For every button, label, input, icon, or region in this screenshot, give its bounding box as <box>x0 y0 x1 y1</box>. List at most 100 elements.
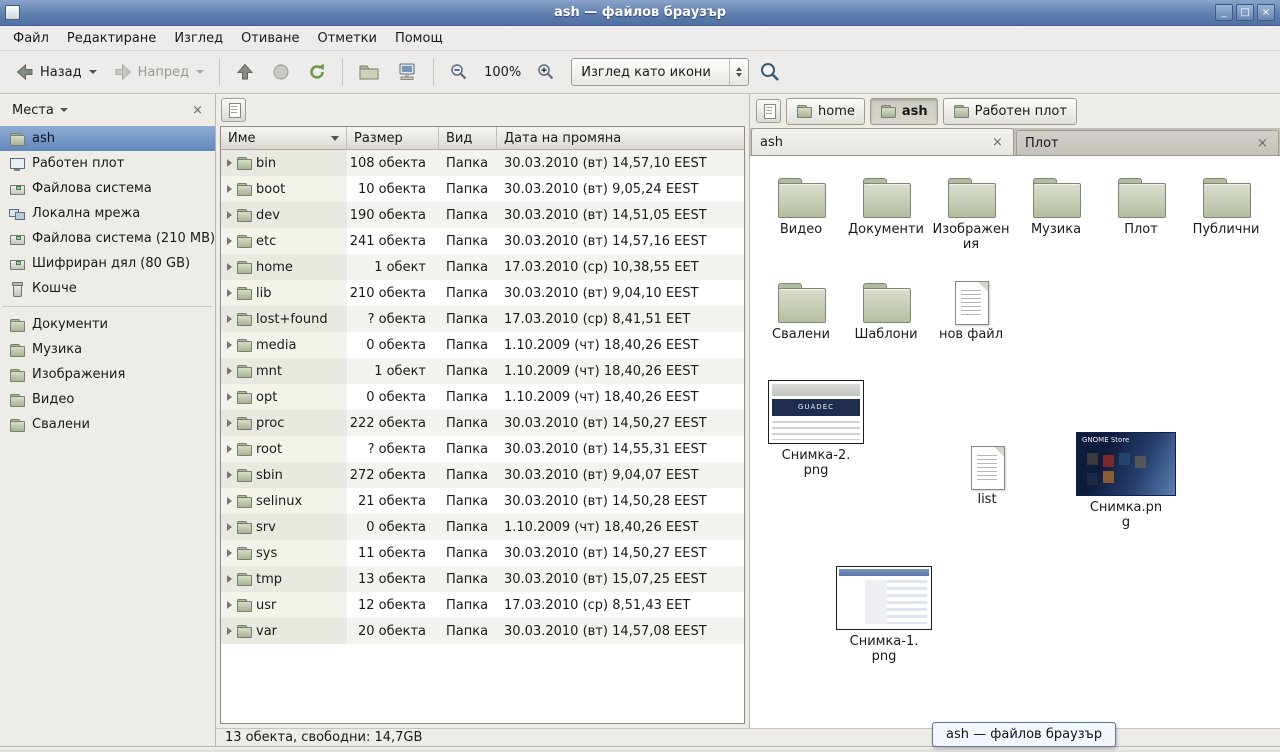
expander-icon[interactable] <box>227 263 232 271</box>
tab-close-icon[interactable]: × <box>1255 136 1270 151</box>
column-header-modified[interactable]: Дата на промяна <box>497 127 744 150</box>
up-button[interactable] <box>228 55 262 89</box>
sidebar-bookmark-item[interactable]: Изображения <box>0 362 215 387</box>
tab-close-icon[interactable]: × <box>990 135 1005 150</box>
table-row[interactable]: root ? обекта Папка 30.03.2010 (вт) 14,5… <box>221 436 744 462</box>
table-row[interactable]: bin 108 обекта Папка 30.03.2010 (вт) 14,… <box>221 150 744 176</box>
folder-item[interactable]: Документи <box>845 176 927 238</box>
table-row[interactable]: srv 0 обекта Папка 1.10.2009 (чт) 18,40,… <box>221 514 744 540</box>
table-row[interactable]: lib 210 обекта Папка 30.03.2010 (вт) 9,0… <box>221 280 744 306</box>
titlebar[interactable]: ash — файлов браузър _ □ × <box>0 0 1280 26</box>
zoom-out-button[interactable] <box>442 55 476 89</box>
table-row[interactable]: opt 0 обекта Папка 1.10.2009 (чт) 18,40,… <box>221 384 744 410</box>
table-row[interactable]: proc 222 обекта Папка 30.03.2010 (вт) 14… <box>221 410 744 436</box>
pathbar-scroll-button[interactable] <box>756 99 781 123</box>
file-item-list[interactable]: list <box>956 446 1018 508</box>
file-item-snimka2[interactable]: GUADEC Снимка-2.png <box>764 380 868 479</box>
sidebar-item[interactable]: Работен плот <box>0 151 215 176</box>
tab[interactable]: ash × <box>751 128 1014 155</box>
folder-item[interactable]: Видео <box>760 176 842 238</box>
table-row[interactable]: var 20 обекта Папка 30.03.2010 (вт) 14,5… <box>221 618 744 644</box>
expander-icon[interactable] <box>227 601 232 609</box>
sidebar-bookmark-item[interactable]: Музика <box>0 337 215 362</box>
table-row[interactable]: dev 190 обекта Папка 30.03.2010 (вт) 14,… <box>221 202 744 228</box>
expander-icon[interactable] <box>227 237 232 245</box>
home-button[interactable] <box>351 55 387 89</box>
sidebar-bookmark-item[interactable]: Документи <box>0 312 215 337</box>
sidebar-bookmark-item[interactable]: Свалени <box>0 412 215 437</box>
expander-icon[interactable] <box>227 367 232 375</box>
forward-button[interactable]: Напред <box>106 55 211 89</box>
menu-item[interactable]: Отметки <box>308 27 385 50</box>
zoom-in-button[interactable] <box>529 55 563 89</box>
expander-icon[interactable] <box>227 523 232 531</box>
expander-icon[interactable] <box>227 627 232 635</box>
file-item-snimka1[interactable]: Снимка-1.png <box>832 566 936 665</box>
sidebar-item[interactable]: Файлова система (210 MB) <box>0 226 215 251</box>
expander-icon[interactable] <box>227 575 232 583</box>
column-header-size[interactable]: Размер <box>347 127 439 150</box>
menu-item[interactable]: Файл <box>4 27 58 50</box>
table-row[interactable]: mnt 1 обект Папка 1.10.2009 (чт) 18,40,2… <box>221 358 744 384</box>
path-button[interactable]: ash <box>870 98 938 125</box>
maximize-button[interactable]: □ <box>1236 4 1254 21</box>
table-row[interactable]: selinux 21 обекта Папка 30.03.2010 (вт) … <box>221 488 744 514</box>
sidebar-item[interactable]: Файлова система <box>0 176 215 201</box>
back-history-arrow-icon[interactable] <box>89 70 97 74</box>
table-row[interactable]: media 0 обекта Папка 1.10.2009 (чт) 18,4… <box>221 332 744 358</box>
stop-button[interactable] <box>264 55 298 89</box>
menu-item[interactable]: Изглед <box>165 27 232 50</box>
table-row[interactable]: etc 241 обекта Папка 30.03.2010 (вт) 14,… <box>221 228 744 254</box>
expander-icon[interactable] <box>227 185 232 193</box>
expander-icon[interactable] <box>227 341 232 349</box>
folder-item[interactable]: нов файл <box>930 281 1012 343</box>
folder-item[interactable]: Музика <box>1015 176 1097 238</box>
expander-icon[interactable] <box>227 315 232 323</box>
expander-icon[interactable] <box>227 471 232 479</box>
menu-item[interactable]: Помощ <box>386 27 452 50</box>
table-row[interactable]: home 1 обект Папка 17.03.2010 (ср) 10,38… <box>221 254 744 280</box>
expander-icon[interactable] <box>227 445 232 453</box>
expander-icon[interactable] <box>227 211 232 219</box>
expander-icon[interactable] <box>227 497 232 505</box>
reload-button[interactable] <box>300 55 334 89</box>
expander-icon[interactable] <box>227 159 232 167</box>
expander-icon[interactable] <box>227 289 232 297</box>
table-row[interactable]: sys 11 обекта Папка 30.03.2010 (вт) 14,5… <box>221 540 744 566</box>
path-button[interactable]: Работен плот <box>943 98 1077 125</box>
file-item-snimka[interactable]: GNOME Store Снимка.png <box>1070 432 1182 531</box>
menu-item[interactable]: Отиване <box>232 27 308 50</box>
search-button[interactable] <box>751 53 789 91</box>
back-button[interactable]: Назад <box>8 55 104 89</box>
folder-item[interactable]: Плот <box>1100 176 1182 238</box>
table-row[interactable]: tmp 13 обекта Папка 30.03.2010 (вт) 15,0… <box>221 566 744 592</box>
folder-item[interactable]: Публични <box>1185 176 1267 238</box>
sidebar-item[interactable]: Локална мрежа <box>0 201 215 226</box>
table-row[interactable]: usr 12 обекта Папка 17.03.2010 (ср) 8,51… <box>221 592 744 618</box>
folder-item[interactable]: Свалени <box>760 281 842 343</box>
expander-icon[interactable] <box>227 549 232 557</box>
expander-icon[interactable] <box>227 419 232 427</box>
folder-item[interactable]: Шаблони <box>845 281 927 343</box>
table-row[interactable]: lost+found ? обекта Папка 17.03.2010 (ср… <box>221 306 744 332</box>
table-row[interactable]: sbin 272 обекта Папка 30.03.2010 (вт) 9,… <box>221 462 744 488</box>
sidebar-item[interactable]: Кошче <box>0 276 215 301</box>
close-button[interactable]: × <box>1257 4 1275 21</box>
menu-item[interactable]: Редактиране <box>58 27 165 50</box>
table-row[interactable]: boot 10 обекта Папка 30.03.2010 (вт) 9,0… <box>221 176 744 202</box>
view-mode-select[interactable]: Изглед като икони <box>571 58 749 86</box>
combo-spinner-icon[interactable] <box>729 59 748 85</box>
column-header-type[interactable]: Вид <box>439 127 497 150</box>
folder-item[interactable]: Изображения <box>930 176 1012 253</box>
path-button[interactable]: home <box>786 98 865 125</box>
sidebar-mode-select[interactable]: Места <box>8 100 72 121</box>
expander-icon[interactable] <box>227 393 232 401</box>
sidebar-bookmark-item[interactable]: Видео <box>0 387 215 412</box>
pathbar-toggle-button[interactable] <box>221 98 246 122</box>
sidebar-close-icon[interactable]: × <box>188 101 207 120</box>
tab[interactable]: Плот × <box>1016 130 1279 155</box>
sidebar-item[interactable]: ash <box>0 126 215 151</box>
minimize-button[interactable]: _ <box>1215 4 1233 21</box>
column-header-name[interactable]: Име <box>221 127 347 150</box>
computer-button[interactable] <box>389 55 425 89</box>
